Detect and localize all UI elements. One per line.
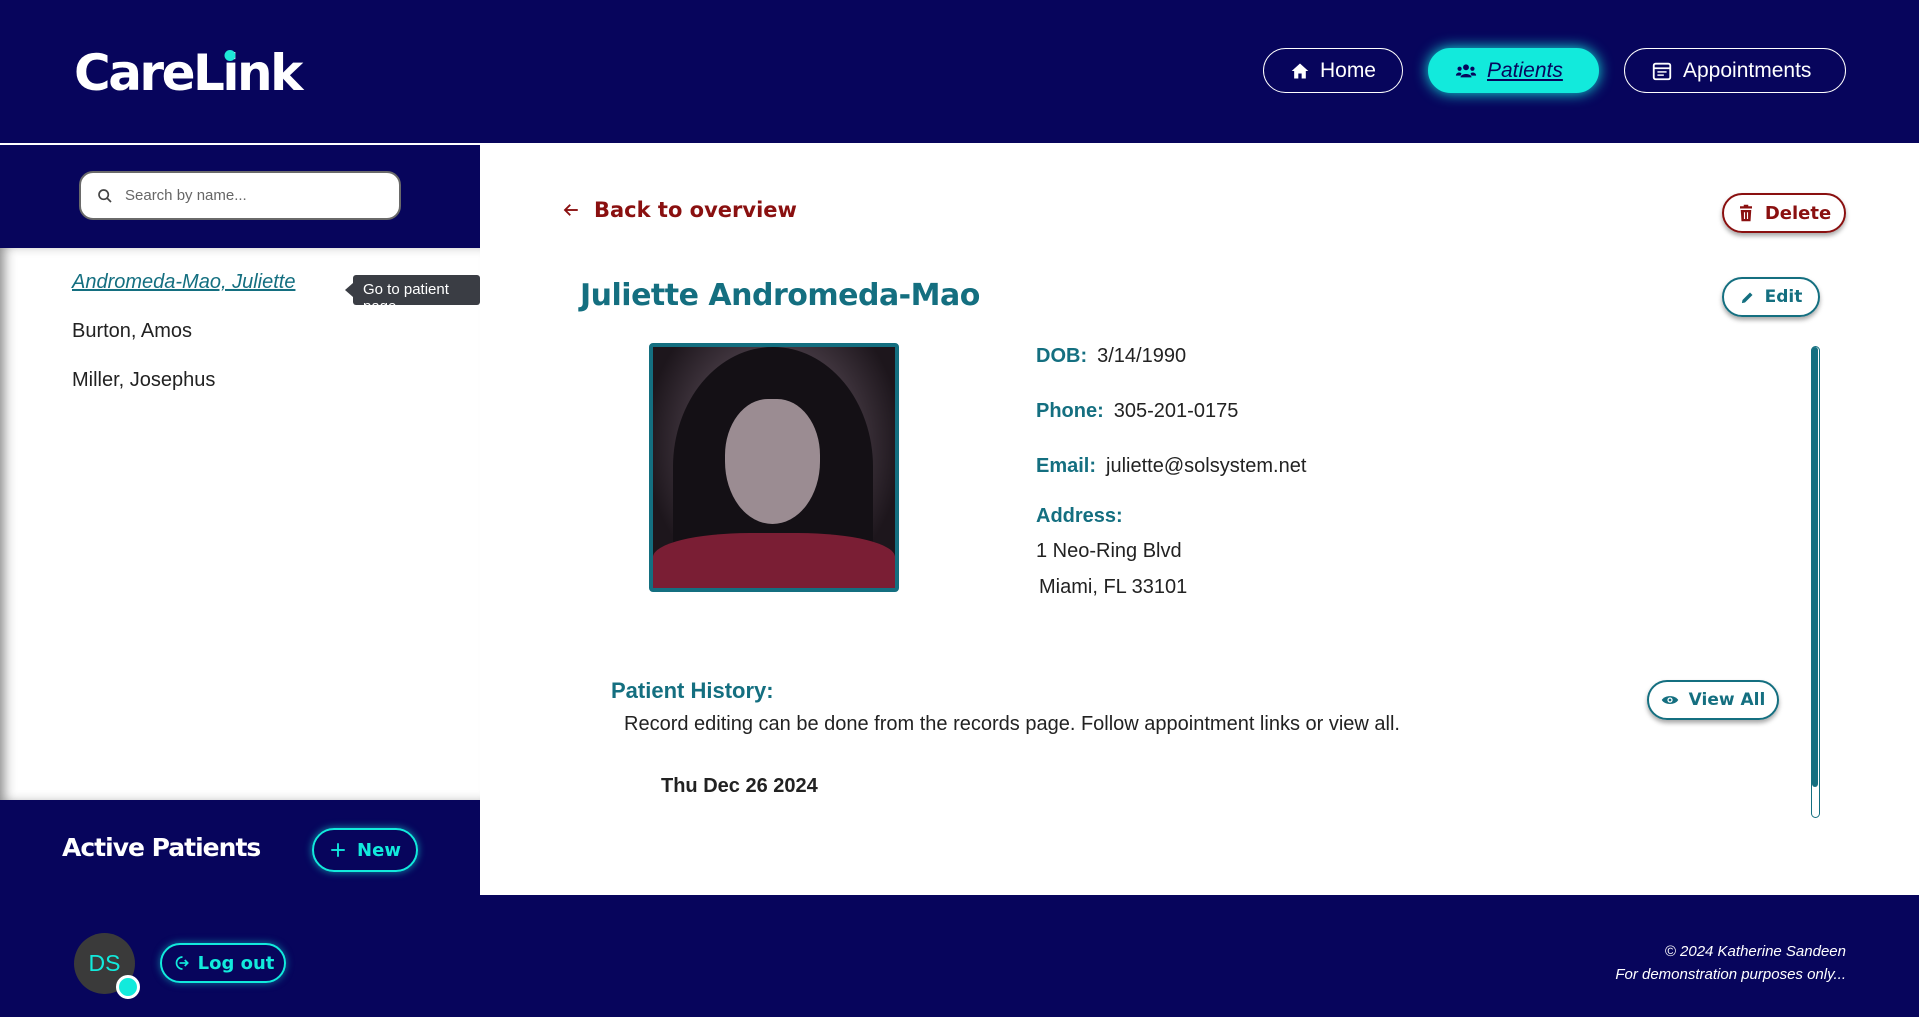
delete-button[interactable]: Delete [1722, 193, 1846, 233]
patient-tooltip: Go to patient page [345, 275, 480, 315]
nav-home-label: Home [1319, 58, 1376, 82]
home-icon [1291, 63, 1309, 78]
calendar-icon [1652, 62, 1672, 80]
patient-history-title: Patient History: [611, 678, 774, 703]
email-value: juliette@solsystem.net [1106, 455, 1307, 477]
phone-value: 305-201-0175 [1113, 400, 1239, 422]
view-all-label: View All [1688, 690, 1766, 710]
trash-icon [1739, 204, 1752, 222]
logout-label: Log out [197, 952, 275, 974]
eye-icon [1661, 696, 1678, 704]
address-line-2: Miami, FL 33101 [1039, 576, 1188, 598]
disclaimer-line: For demonstration purposes only... [1615, 966, 1846, 983]
edit-button[interactable]: Edit [1722, 277, 1820, 317]
app-footer: DS Log out © 2024 Katherine Sandeen For … [0, 895, 1919, 1017]
back-to-overview-label: Back to overview [594, 198, 797, 222]
dob-value: 3/14/1990 [1097, 345, 1187, 367]
copyright-text: © 2024 Katherine Sandeen For demonstrati… [1615, 940, 1846, 986]
patient-name-heading: Juliette Andromeda-Mao [580, 278, 980, 313]
dob-label: DOB: [1036, 345, 1088, 367]
search-icon [98, 188, 112, 203]
search-box [79, 171, 401, 220]
nav-patients-button[interactable]: Patients [1428, 48, 1599, 93]
patient-link-andromeda-mao[interactable]: Andromeda-Mao, Juliette [72, 271, 295, 294]
pencil-icon [1741, 292, 1753, 303]
address-label: Address: [1036, 505, 1123, 527]
email-label: Email: [1036, 455, 1097, 477]
arrow-left-icon [563, 204, 578, 216]
logout-icon [175, 956, 189, 970]
logo-letter-i: i [222, 44, 239, 102]
patient-history-note: Record editing can be done from the reco… [624, 713, 1400, 735]
sidebar: Andromeda-Mao, Juliette Go to patient pa… [0, 143, 480, 895]
back-to-overview-link[interactable]: Back to overview [562, 198, 797, 222]
address-line-1: 1 Neo-Ring Blvd [1036, 540, 1182, 562]
logout-button[interactable]: Log out [160, 943, 286, 983]
history-date[interactable]: Thu Dec 26 2024 [661, 775, 818, 798]
dob-row: DOB: 3/14/1990 [1036, 345, 1186, 368]
phone-label: Phone: [1036, 400, 1104, 422]
nav-home-button[interactable]: Home [1263, 48, 1403, 93]
online-status-dot [116, 975, 140, 999]
logo-dot [224, 50, 236, 61]
app-header: CareLi nk Home Patients Appointments [0, 0, 1919, 143]
edit-label: Edit [1764, 287, 1803, 307]
patient-link-burton[interactable]: Burton, Amos [72, 320, 192, 343]
view-all-button[interactable]: View All [1647, 680, 1779, 720]
email-row: Email: juliette@solsystem.net [1036, 455, 1306, 478]
copyright-line: © 2024 Katherine Sandeen [1664, 943, 1846, 960]
patient-photo [649, 343, 899, 592]
details-scrollbar[interactable] [1811, 346, 1820, 818]
patient-list: Andromeda-Mao, Juliette Go to patient pa… [0, 248, 480, 800]
delete-label: Delete [1764, 202, 1832, 224]
logo-text-end: nk [237, 44, 303, 102]
patient-link-miller[interactable]: Miller, Josephus [72, 369, 215, 392]
patient-detail-panel: Back to overview Delete Juliette Androme… [480, 143, 1919, 895]
scrollbar-thumb[interactable] [1812, 347, 1818, 787]
new-patient-label: New [357, 839, 401, 861]
users-icon [1455, 63, 1477, 77]
search-input[interactable] [125, 187, 365, 204]
phone-row: Phone: 305-201-0175 [1036, 400, 1238, 423]
new-patient-button[interactable]: New [312, 828, 418, 872]
carelink-logo[interactable]: CareLi nk [74, 44, 303, 102]
logo-text-start: CareL [74, 44, 225, 102]
nav-appointments-label: Appointments [1683, 58, 1812, 82]
nav-appointments-button[interactable]: Appointments [1624, 48, 1846, 93]
plus-icon [331, 843, 345, 857]
active-patients-title: Active Patients [62, 833, 261, 862]
nav-patients-label: Patients [1487, 58, 1563, 82]
